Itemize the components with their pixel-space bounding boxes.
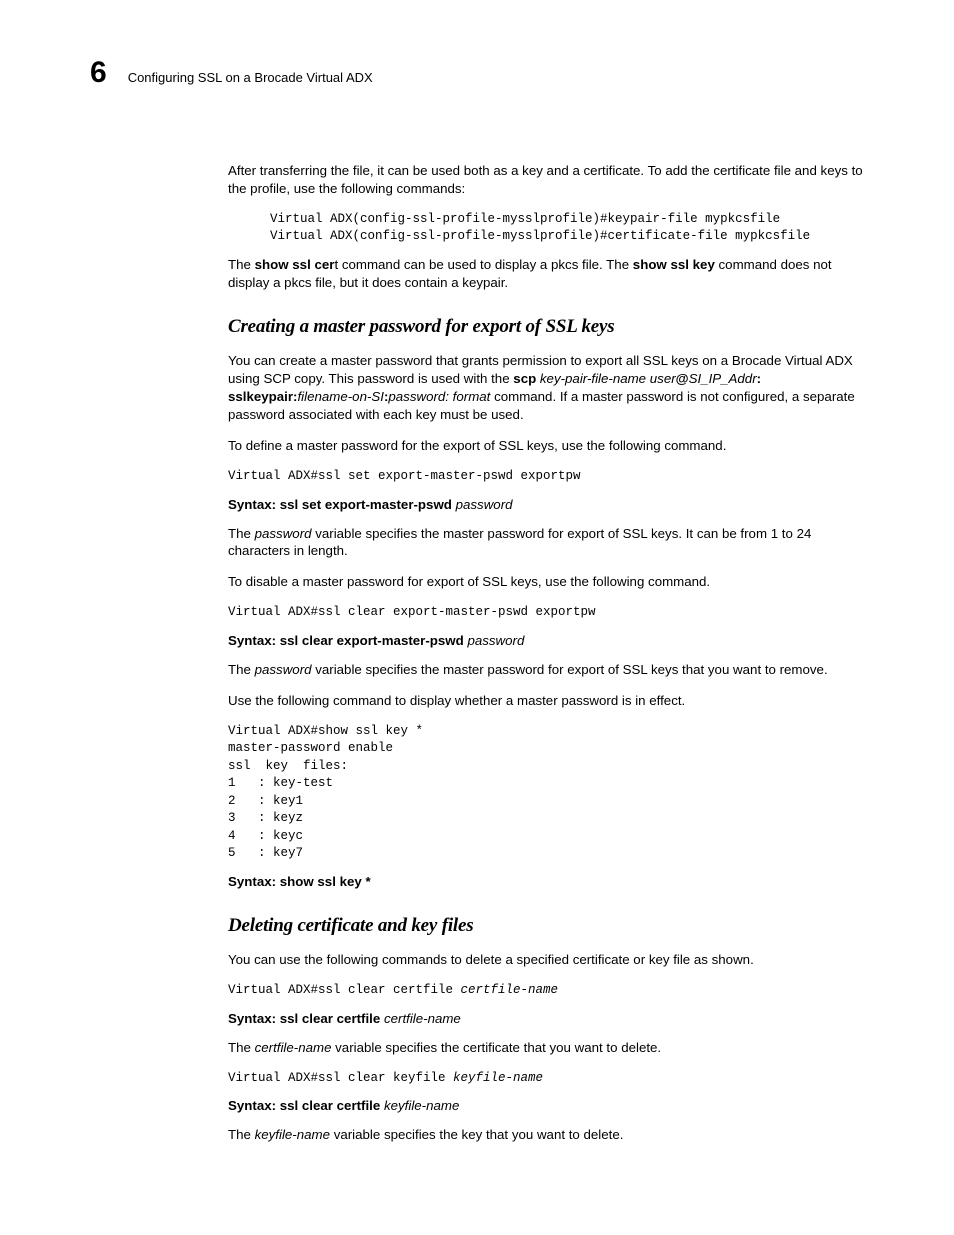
paragraph: To disable a master password for export … — [228, 573, 864, 591]
syntax-label: Syntax: — [228, 497, 280, 512]
code-block: Virtual ADX#show ssl key * master-passwo… — [228, 723, 864, 863]
header-section-title: Configuring SSL on a Brocade Virtual ADX — [128, 70, 373, 85]
text: variable specifies the key that you want… — [330, 1127, 623, 1142]
paragraph: Use the following command to display whe… — [228, 692, 864, 710]
syntax-command: ssl clear certfile — [280, 1011, 381, 1026]
page-header: 6 Configuring SSL on a Brocade Virtual A… — [90, 56, 864, 90]
inline-italic: certfile-name — [255, 1040, 332, 1055]
code-text: Virtual ADX#ssl clear certfile — [228, 983, 461, 997]
content-body: After transferring the file, it can be u… — [228, 162, 864, 1144]
syntax-arg: password — [452, 497, 513, 512]
text: The — [228, 257, 255, 272]
inline-italic: password — [255, 662, 312, 677]
syntax-line: Syntax: ssl clear certfile keyfile-name — [228, 1097, 864, 1115]
chapter-number: 6 — [90, 56, 106, 90]
text: The — [228, 526, 255, 541]
paragraph: After transferring the file, it can be u… — [228, 162, 864, 198]
code-block: Virtual ADX#ssl clear export-master-pswd… — [228, 604, 864, 622]
syntax-line: Syntax: ssl clear certfile certfile-name — [228, 1010, 864, 1028]
inline-italic: filename-on-SI — [297, 389, 383, 404]
inline-bold: @ — [676, 371, 689, 386]
paragraph: The keyfile-name variable specifies the … — [228, 1126, 864, 1144]
paragraph: The password variable specifies the mast… — [228, 525, 864, 561]
paragraph: The certfile-name variable specifies the… — [228, 1039, 864, 1057]
inline-italic: key-pair-file-name user — [536, 371, 675, 386]
paragraph: You can create a master password that gr… — [228, 352, 864, 424]
text: t command can be used to display a pkcs … — [334, 257, 632, 272]
text: variable specifies the certificate that … — [331, 1040, 661, 1055]
syntax-line: Syntax: ssl set export-master-pswd passw… — [228, 496, 864, 514]
syntax-command: ssl set export-master-pswd — [280, 497, 452, 512]
text: variable specifies the master password f… — [312, 662, 828, 677]
syntax-label: Syntax: — [228, 1011, 280, 1026]
paragraph: You can use the following commands to de… — [228, 951, 864, 969]
text: The — [228, 1127, 255, 1142]
inline-italic: keyfile-name — [255, 1127, 330, 1142]
code-block: Virtual ADX#ssl set export-master-pswd e… — [228, 468, 864, 486]
page: 6 Configuring SSL on a Brocade Virtual A… — [0, 0, 954, 1197]
syntax-arg: certfile-name — [380, 1011, 461, 1026]
syntax-label: Syntax: — [228, 874, 280, 889]
inline-bold: show ssl key — [633, 257, 715, 272]
syntax-line: Syntax: ssl clear export-master-pswd pas… — [228, 632, 864, 650]
syntax-command: ssl clear export-master-pswd — [280, 633, 464, 648]
text: variable specifies the master password f… — [228, 526, 811, 559]
syntax-command: show ssl key * — [280, 874, 371, 889]
inline-bold: scp — [513, 371, 536, 386]
section-heading: Creating a master password for export of… — [228, 314, 864, 340]
inline-bold: show ssl cer — [255, 257, 335, 272]
syntax-arg: keyfile-name — [380, 1098, 459, 1113]
inline-italic: password: format — [388, 389, 490, 404]
code-block: Virtual ADX(config-ssl-profile-mysslprof… — [228, 211, 864, 246]
syntax-command: ssl clear certfile — [280, 1098, 381, 1113]
code-block: Virtual ADX#ssl clear keyfile keyfile-na… — [228, 1070, 864, 1088]
paragraph: The password variable specifies the mast… — [228, 661, 864, 679]
code-italic: certfile-name — [461, 983, 559, 997]
code-italic: keyfile-name — [453, 1071, 543, 1085]
paragraph: The show ssl cert command can be used to… — [228, 256, 864, 292]
code-block: Virtual ADX#ssl clear certfile certfile-… — [228, 982, 864, 1000]
inline-italic: SI_IP_Addr — [689, 371, 757, 386]
syntax-label: Syntax: — [228, 633, 280, 648]
syntax-arg: password — [464, 633, 525, 648]
text: The — [228, 1040, 255, 1055]
paragraph: To define a master password for the expo… — [228, 437, 864, 455]
section-heading: Deleting certificate and key files — [228, 913, 864, 939]
code-text: Virtual ADX#ssl clear keyfile — [228, 1071, 453, 1085]
text: The — [228, 662, 255, 677]
syntax-line: Syntax: show ssl key * — [228, 873, 864, 891]
syntax-label: Syntax: — [228, 1098, 280, 1113]
inline-italic: password — [255, 526, 312, 541]
